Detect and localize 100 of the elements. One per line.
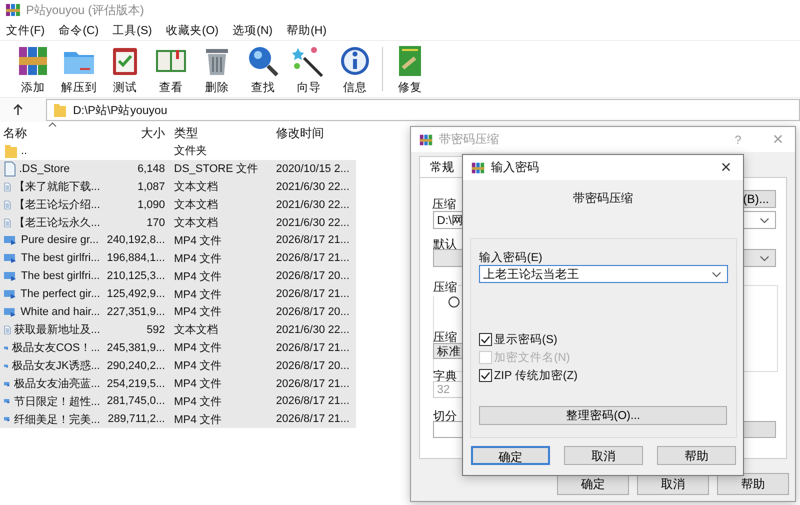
checkbox[interactable] xyxy=(479,368,492,382)
field-label: 切分 xyxy=(433,408,457,425)
menu-item[interactable]: 文件(F) xyxy=(6,22,45,38)
file-size: 240,192,8... xyxy=(106,234,165,246)
file-row[interactable]: 【老王论坛介绍... 1,090 文本文档 2021/6/30 22... xyxy=(0,196,356,214)
file-row[interactable]: 节日限定！超性... 281,745,0... MP4 文件 2026/8/17 21... xyxy=(0,392,356,410)
file-row[interactable]: 极品女友油亮蓝... 254,219,5... MP4 文件 2026/8/17 21... xyxy=(0,374,356,392)
file-row[interactable]: 极品女友JK诱惑... 290,240,2... MP4 文件 2026/8/17 20... xyxy=(0,356,356,375)
file-type: 文件夹 xyxy=(174,144,207,158)
file-type: MP4 文件 xyxy=(174,376,222,392)
file-row[interactable]: 获取最新地址及... 592 文本文档 2021/6/30 22... xyxy=(0,320,356,339)
file-type: MP4 文件 xyxy=(174,304,222,320)
file-row[interactable]: 【老王论坛永久... 170 文本文档 2021/6/30 22... xyxy=(0,214,356,232)
file-name: The best girlfri... xyxy=(21,252,100,264)
dialog-button[interactable]: 取消 xyxy=(564,446,643,465)
file-name: 极品女友油亮蓝... xyxy=(14,376,100,392)
app-icon xyxy=(5,2,21,18)
wizard-button[interactable]: 向导 xyxy=(286,41,332,95)
menu-item[interactable]: 选项(N) xyxy=(232,22,273,38)
file-row[interactable]: The best girlfri... 196,884,1... MP4 文件 2026/8/17 21... xyxy=(0,249,356,268)
info-button[interactable]: 信息 xyxy=(332,41,378,95)
file-name: 极品女友JK诱惑... xyxy=(12,358,100,374)
password-field[interactable]: 上老王论坛当老王 xyxy=(479,265,728,283)
column-header[interactable]: 类型 xyxy=(168,124,270,142)
video-file-icon xyxy=(4,270,18,282)
wizard-icon xyxy=(292,44,326,78)
file-row[interactable]: White and hair... 227,351,9... MP4 文件 2026/8/17 20... xyxy=(0,303,356,321)
file-size: 281,745,0... xyxy=(106,395,165,408)
file-name: White and hair... xyxy=(20,306,100,318)
file-row[interactable]: .DS_Store 6,148 DS_STORE 文件 2020/10/15 2... xyxy=(0,160,356,178)
app-icon xyxy=(419,132,433,146)
modified-time: 2026/8/17 21... xyxy=(276,234,350,246)
file-type: MP4 文件 xyxy=(174,394,222,409)
test-button[interactable]: 测试 xyxy=(102,41,148,95)
menu-item[interactable]: 收藏夹(O) xyxy=(166,22,219,38)
field-label: 输入密码(E) xyxy=(479,250,542,265)
checkbox-label: 显示密码(S) xyxy=(494,332,558,346)
modified-time: 2026/8/17 21... xyxy=(276,395,350,408)
view-button[interactable]: 查看 xyxy=(148,41,194,95)
modified-time: 2026/8/17 20... xyxy=(276,270,350,282)
field-label: 压缩 xyxy=(432,196,456,213)
menu-item[interactable]: 工具(S) xyxy=(112,22,152,38)
organize-passwords-button[interactable]: 整理密码(O)... xyxy=(479,406,727,425)
file-name: The best girlfri... xyxy=(21,270,100,282)
modified-time: 2026/8/17 20... xyxy=(276,360,350,372)
modified-time: 2026/8/17 21... xyxy=(276,252,350,264)
file-name: .DS_Store xyxy=(19,162,70,175)
column-header[interactable]: 名称 xyxy=(0,124,100,142)
extract-button[interactable]: 解压到 xyxy=(56,41,102,95)
file-name: The perfect gir... xyxy=(20,288,100,300)
file-size: 245,381,9... xyxy=(106,342,165,354)
group-label: 压缩 xyxy=(432,279,458,296)
dialog-button[interactable]: 帮助 xyxy=(657,446,736,465)
folder-icon xyxy=(53,102,67,118)
file-type: MP4 文件 xyxy=(174,412,222,427)
file-row[interactable]: The best girlfri... 210,125,3... MP4 文件 2026/8/17 20... xyxy=(0,267,356,286)
file-type: 文本文档 xyxy=(174,216,218,230)
info-icon xyxy=(338,44,372,78)
file-type: MP4 文件 xyxy=(174,252,222,266)
modified-time: 2026/8/17 21... xyxy=(276,413,350,426)
file-size: 254,219,5... xyxy=(106,378,165,390)
find-button[interactable]: 查找 xyxy=(240,41,286,95)
file-type: MP4 文件 xyxy=(174,288,222,302)
dialog-heading: 带密码压缩 xyxy=(572,190,634,207)
file-row[interactable]: The perfect gir... 125,492,9... MP4 文件 2026/8/17 21... xyxy=(0,285,356,304)
file-name: Pure desire gr... xyxy=(21,234,99,246)
file-type: MP4 文件 xyxy=(174,358,222,374)
checkbox-label: 加密文件名(N) xyxy=(494,350,570,364)
field-label: 默认 xyxy=(433,236,457,253)
file-icon xyxy=(4,160,16,177)
folder-icon xyxy=(4,142,18,159)
menu-item[interactable]: 帮助(H) xyxy=(286,22,327,38)
file-row[interactable]: 纤细美足！完美... 289,711,2... MP4 文件 2026/8/17 21... xyxy=(0,410,356,428)
add-button[interactable]: 添加 xyxy=(10,41,56,95)
modified-time: 2021/6/30 22... xyxy=(276,216,350,228)
dialog-button[interactable]: 帮助 xyxy=(717,473,789,495)
dialog-title: 带密码压缩 xyxy=(439,131,500,148)
delete-button[interactable]: 删除 xyxy=(194,41,240,95)
file-name: 获取最新地址及... xyxy=(14,322,100,338)
file-row[interactable]: 极品女友COS！... 245,381,9... MP4 文件 2026/8/17 21... xyxy=(0,338,356,357)
field-label: 压缩 xyxy=(433,329,457,346)
modified-time: 2021/6/30 22... xyxy=(276,180,350,193)
app-icon xyxy=(471,160,485,174)
file-row[interactable]: 【来了就能下载... 1,087 文本文档 2021/6/30 22... xyxy=(0,178,356,196)
modified-time: 2026/8/17 20... xyxy=(276,306,350,318)
dialog-button[interactable]: 确定 xyxy=(471,446,550,465)
close-button[interactable]: × xyxy=(709,156,743,180)
up-arrow-icon[interactable] xyxy=(12,104,24,116)
address-field[interactable]: D:\P站\P站youyou xyxy=(46,99,800,121)
menu-item[interactable]: 命令(C) xyxy=(58,22,99,38)
repair-button[interactable]: 修复 xyxy=(387,41,433,95)
video-file-icon xyxy=(4,234,18,246)
column-header[interactable]: 修改时间 xyxy=(270,124,356,142)
file-row[interactable]: Pure desire gr... 240,192,8... MP4 文件 2026/8/17 21... xyxy=(0,231,356,250)
checkbox[interactable] xyxy=(479,332,492,346)
file-size: 125,492,9... xyxy=(106,288,165,300)
radio-button[interactable] xyxy=(448,296,460,308)
file-size: 227,351,9... xyxy=(106,306,165,318)
column-header[interactable]: 大小 xyxy=(100,124,168,142)
file-row[interactable]: .. 文件夹 xyxy=(0,142,356,160)
